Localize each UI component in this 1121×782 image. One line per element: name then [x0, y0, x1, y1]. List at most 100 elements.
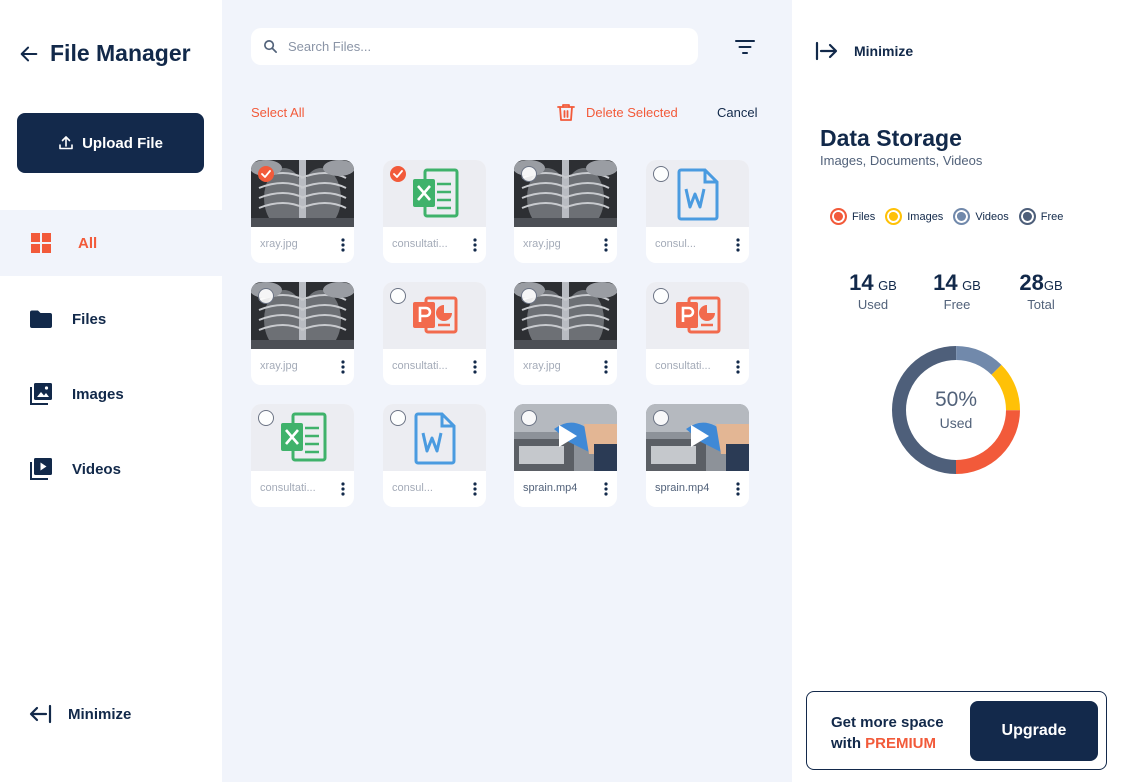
sidebar-item-images[interactable]: Images	[0, 361, 222, 427]
file-card[interactable]: xray.jpg	[514, 160, 617, 263]
more-options-icon[interactable]	[603, 360, 609, 374]
sidebar-item-videos[interactable]: Videos	[0, 436, 222, 502]
upgrade-button[interactable]: Upgrade	[970, 701, 1098, 761]
select-checkbox[interactable]	[258, 288, 274, 304]
search-bar	[251, 28, 698, 65]
more-options-icon[interactable]	[472, 238, 478, 252]
sidebar-item-label: Files	[72, 310, 107, 328]
select-checkbox[interactable]	[390, 410, 406, 426]
file-name: consultati...	[392, 360, 448, 372]
check-icon	[261, 170, 271, 178]
select-checkbox[interactable]	[653, 410, 669, 426]
stat-unit: GB	[962, 278, 981, 293]
more-options-icon[interactable]	[735, 360, 741, 374]
excel-file-icon	[412, 168, 458, 217]
storage-stats: 14 GB Used 14 GB Free 28GB Total	[837, 270, 1077, 312]
more-options-icon[interactable]	[735, 482, 741, 496]
search-icon	[264, 40, 277, 53]
sidebar-minimize-button[interactable]: Minimize	[28, 702, 131, 726]
check-icon	[393, 170, 403, 178]
more-options-icon[interactable]	[340, 360, 346, 374]
sidebar-item-label: Videos	[72, 460, 121, 478]
word-file-icon	[414, 412, 455, 464]
more-options-icon[interactable]	[603, 482, 609, 496]
donut-center: 50% Used	[891, 388, 1021, 431]
search-input[interactable]	[288, 39, 668, 54]
more-options-icon[interactable]	[340, 482, 346, 496]
legend-item-free: Free	[1018, 208, 1063, 225]
file-card[interactable]: sprain.mp4	[646, 404, 749, 507]
upload-icon	[59, 136, 73, 150]
file-name: consultati...	[655, 360, 711, 372]
legend-swatch	[830, 208, 847, 225]
file-card[interactable]: consul...	[383, 404, 486, 507]
sidebar: File Manager Upload File All Files Image…	[0, 0, 222, 782]
file-browser: Select All Delete Selected Cancel xray.j…	[222, 0, 792, 782]
stat-value: 14	[849, 270, 874, 295]
stat-unit: GB	[878, 278, 897, 293]
sidebar-item-label: Images	[72, 385, 124, 403]
file-name: xray.jpg	[260, 360, 298, 372]
file-card[interactable]: xray.jpg	[251, 160, 354, 263]
sidebar-item-files[interactable]: Files	[0, 286, 222, 352]
trash-icon	[557, 104, 575, 121]
stat-label: Free	[943, 297, 971, 312]
word-file-icon	[677, 168, 718, 220]
more-options-icon[interactable]	[735, 238, 741, 252]
select-checkbox[interactable]	[258, 410, 274, 426]
file-card[interactable]: xray.jpg	[514, 282, 617, 385]
panel-minimize-button[interactable]: Minimize	[814, 40, 913, 62]
minimize-label: Minimize	[68, 705, 132, 723]
sidebar-item-all[interactable]: All	[0, 210, 222, 276]
select-checkbox[interactable]	[653, 288, 669, 304]
delete-selected-label: Delete Selected	[586, 104, 678, 120]
file-name: consul...	[392, 482, 433, 494]
select-checkbox[interactable]	[258, 166, 274, 182]
select-checkbox[interactable]	[390, 166, 406, 182]
more-options-icon[interactable]	[340, 238, 346, 252]
donut-percent: 50%	[934, 388, 978, 411]
filter-icon[interactable]	[734, 36, 756, 58]
collapse-right-icon	[815, 41, 838, 61]
select-checkbox[interactable]	[521, 410, 537, 426]
file-name: consultati...	[392, 238, 448, 250]
delete-selected-button[interactable]: Delete Selected	[556, 102, 678, 122]
stat-value: 14	[933, 270, 958, 295]
more-options-icon[interactable]	[603, 238, 609, 252]
file-card[interactable]: consultati...	[383, 160, 486, 263]
select-checkbox[interactable]	[390, 288, 406, 304]
promo-text: Get more space with PREMIUM	[831, 712, 944, 754]
file-card[interactable]: xray.jpg	[251, 282, 354, 385]
file-card[interactable]: consultati...	[383, 282, 486, 385]
premium-promo: Get more space with PREMIUM Upgrade	[806, 691, 1107, 770]
upload-file-button[interactable]: Upload File	[17, 113, 204, 173]
stat-label: Used	[857, 297, 889, 312]
select-all-link[interactable]: Select All	[251, 105, 304, 120]
more-options-icon[interactable]	[472, 360, 478, 374]
stat-used: 14 GB Used	[837, 270, 909, 312]
file-name: xray.jpg	[523, 360, 561, 372]
stat-free: 14 GB Free	[921, 270, 993, 312]
app-title: File Manager	[50, 40, 191, 66]
promo-highlight: PREMIUM	[865, 735, 937, 752]
select-checkbox[interactable]	[653, 166, 669, 182]
cancel-button[interactable]: Cancel	[717, 105, 757, 120]
file-name: sprain.mp4	[523, 482, 578, 494]
select-checkbox[interactable]	[521, 166, 537, 182]
minimize-label: Minimize	[854, 43, 914, 59]
file-card[interactable]: consultati...	[646, 282, 749, 385]
back-arrow-icon[interactable]	[18, 43, 40, 65]
storage-panel: Minimize Data Storage Images, Documents,…	[792, 0, 1121, 782]
promo-line2-prefix: with	[831, 735, 861, 752]
legend-swatch	[1018, 208, 1036, 225]
upload-file-label: Upload File	[82, 134, 163, 152]
storage-title: Data Storage	[820, 125, 962, 151]
file-card[interactable]: consultati...	[251, 404, 354, 507]
images-icon	[30, 383, 52, 405]
file-card[interactable]: consul...	[646, 160, 749, 263]
legend-label: Videos	[975, 210, 1009, 223]
more-options-icon[interactable]	[472, 482, 478, 496]
select-checkbox[interactable]	[521, 288, 537, 304]
stat-value: 28	[1019, 270, 1044, 295]
file-card[interactable]: sprain.mp4	[514, 404, 617, 507]
